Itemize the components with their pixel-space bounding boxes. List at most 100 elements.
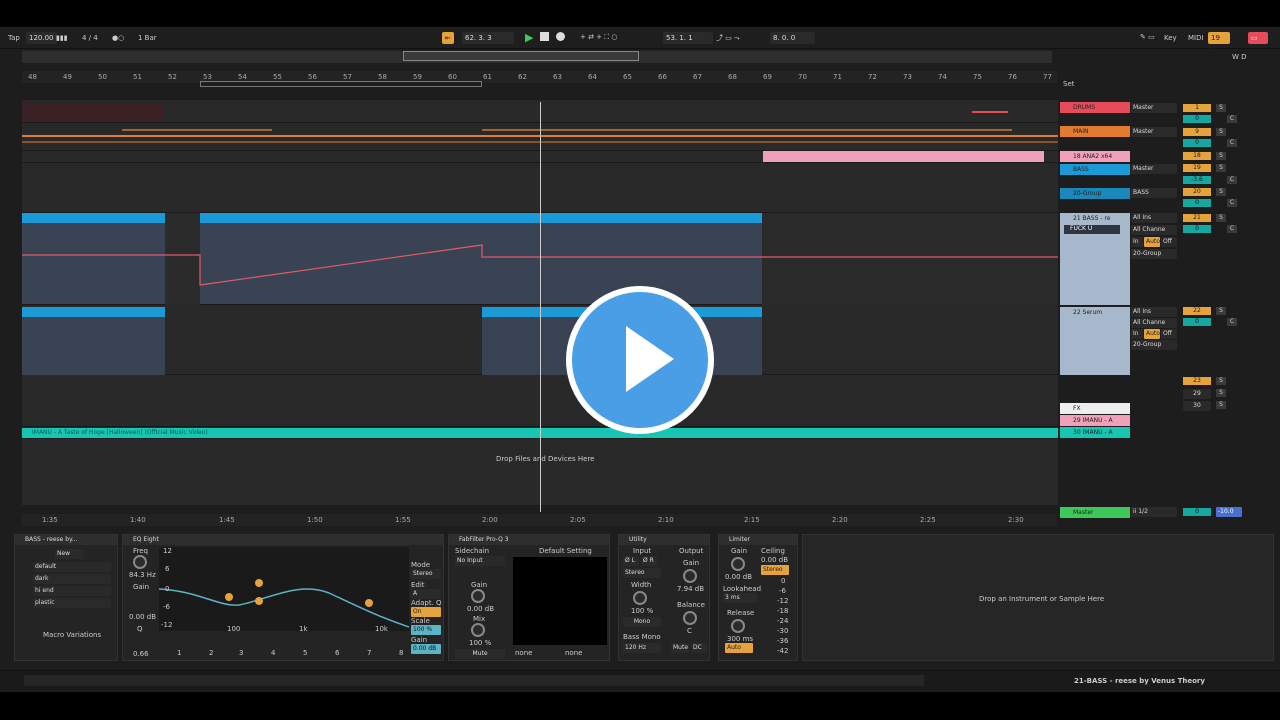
- macro-variation[interactable]: hi end: [33, 586, 111, 596]
- freq-knob[interactable]: [133, 555, 147, 569]
- macro-variation[interactable]: default: [33, 562, 111, 572]
- stop-icon[interactable]: [540, 32, 549, 41]
- eq-eight[interactable]: EQ Eight Freq 84.3 Hz Gain 0.00 dB Q 0.6…: [122, 534, 444, 661]
- monitor-auto-bass21[interactable]: Auto: [1144, 237, 1160, 247]
- band-number[interactable]: 4: [271, 649, 275, 657]
- lim-gain-knob[interactable]: [731, 557, 745, 571]
- track-number[interactable]: 1: [1183, 104, 1211, 112]
- input-serum[interactable]: All Ins: [1131, 307, 1177, 317]
- solo-button[interactable]: S: [1216, 164, 1226, 172]
- lookahead-select[interactable]: 3 ms: [723, 593, 757, 603]
- util-gain-value[interactable]: 7.94 dB: [677, 585, 704, 593]
- fab-none-label[interactable]: none: [565, 649, 582, 657]
- mode-select[interactable]: Stereo: [411, 569, 441, 579]
- solo-button[interactable]: S: [1216, 401, 1226, 409]
- crossfade-button[interactable]: C: [1227, 139, 1237, 147]
- quantize-menu[interactable]: 1 Bar: [138, 34, 157, 42]
- automation-icons[interactable]: + ⇄ + ⛶ ○: [580, 33, 618, 42]
- fab-preset[interactable]: Default Setting: [539, 547, 592, 555]
- metronome-icon[interactable]: ▮▮▮: [56, 34, 68, 42]
- d-w-switch[interactable]: W D: [1232, 53, 1247, 61]
- track-header-serum[interactable]: 22 Serum: [1060, 307, 1130, 318]
- fab-gain-knob[interactable]: [471, 589, 485, 603]
- serum-clip[interactable]: [22, 307, 165, 375]
- arrangement-overdub-button[interactable]: ⇤: [442, 32, 454, 44]
- track-header-bass21-body[interactable]: 21 BASS - re FUCK U: [1060, 213, 1130, 305]
- ana2-clip[interactable]: [763, 151, 1044, 162]
- midi-map-button[interactable]: MIDI: [1188, 34, 1204, 42]
- track-volume[interactable]: 0: [1183, 225, 1211, 233]
- track-number[interactable]: 29: [1183, 389, 1211, 399]
- fab-mute-button[interactable]: Mute: [455, 649, 505, 659]
- fab-title[interactable]: FabFilter Pro-Q 3: [449, 535, 609, 545]
- track-header-group[interactable]: 20-Group: [1060, 188, 1130, 199]
- macro-variation[interactable]: dark: [33, 574, 111, 584]
- track-number[interactable]: 19: [1183, 164, 1211, 172]
- solo-button[interactable]: S: [1216, 307, 1226, 315]
- band-number[interactable]: 2: [209, 649, 213, 657]
- playhead[interactable]: [540, 102, 541, 512]
- band-number[interactable]: 5: [303, 649, 307, 657]
- route-drums[interactable]: Master: [1131, 103, 1177, 113]
- track-header-imanu30[interactable]: 30 IMANU - A: [1060, 427, 1130, 438]
- solo-button[interactable]: S: [1216, 152, 1226, 160]
- band-number[interactable]: 1: [177, 649, 181, 657]
- utility-device[interactable]: Utility Input Output Ø L Ø R Stereo Gain…: [618, 534, 710, 661]
- limiter-title[interactable]: Limiter: [719, 535, 797, 545]
- band-number[interactable]: 8: [399, 649, 403, 657]
- channel-serum[interactable]: All Channe: [1131, 318, 1177, 328]
- util-gain-knob[interactable]: [683, 569, 697, 583]
- band-number[interactable]: 7: [367, 649, 371, 657]
- track-header-main[interactable]: MAIN: [1060, 126, 1130, 137]
- bass-mono-freq[interactable]: 120 Hz: [623, 643, 661, 653]
- tap-button[interactable]: Tap: [8, 34, 20, 42]
- fab-mix-value[interactable]: 100 %: [469, 639, 491, 647]
- track-volume[interactable]: 0: [1183, 318, 1211, 326]
- serum-clip-header[interactable]: [22, 307, 165, 317]
- width-knob[interactable]: [633, 591, 647, 605]
- tempo-field[interactable]: 120.00: [26, 32, 57, 44]
- record-icon[interactable]: [556, 32, 565, 41]
- band-number[interactable]: 3: [239, 649, 243, 657]
- output-serum[interactable]: 20-Group: [1131, 340, 1177, 350]
- follow-icon[interactable]: ●○: [112, 34, 124, 42]
- track-volume[interactable]: 0: [1183, 115, 1211, 123]
- drum-clip[interactable]: [22, 103, 164, 121]
- loop-brace[interactable]: [200, 81, 482, 87]
- fab-gain-value[interactable]: 0.00 dB: [467, 605, 494, 613]
- release-value[interactable]: 300 ms: [727, 635, 753, 643]
- macro-variation[interactable]: plastic: [33, 598, 111, 608]
- master-header[interactable]: Master: [1060, 507, 1130, 518]
- limiter-device[interactable]: Limiter Gain 0.00 dB Ceiling 0.00 dB Ste…: [718, 534, 798, 661]
- track-number[interactable]: 9: [1183, 128, 1211, 136]
- track-number[interactable]: 23: [1183, 377, 1211, 385]
- monitor-off-bass21[interactable]: Off: [1161, 237, 1177, 247]
- ceiling-value[interactable]: 0.00 dB: [761, 556, 788, 564]
- eq-title[interactable]: EQ Eight: [123, 535, 443, 545]
- crossfade-button[interactable]: C: [1227, 115, 1237, 123]
- auto-release-toggle[interactable]: Auto: [725, 643, 753, 653]
- solo-button[interactable]: S: [1216, 214, 1226, 222]
- route-master[interactable]: ii 1/2: [1131, 507, 1177, 517]
- lim-gain-value[interactable]: 0.00 dB: [725, 573, 752, 581]
- clip-selector[interactable]: FUCK U: [1064, 225, 1120, 234]
- draw-mode-icon[interactable]: ✎ ▭: [1140, 33, 1155, 41]
- key-map-button[interactable]: Key: [1164, 34, 1177, 42]
- q-value[interactable]: 0.66: [133, 650, 149, 658]
- monitor-in-serum[interactable]: In: [1131, 329, 1143, 339]
- band-number[interactable]: 6: [335, 649, 339, 657]
- solo-button[interactable]: S: [1216, 128, 1226, 136]
- track-number[interactable]: 22: [1183, 307, 1211, 315]
- track-header-bass21[interactable]: 21 BASS - re: [1060, 213, 1130, 224]
- crossfade-button[interactable]: C: [1227, 318, 1237, 326]
- output-bass21[interactable]: 20-Group: [1131, 249, 1177, 259]
- track-volume[interactable]: -3.6: [1183, 176, 1211, 184]
- track-volume[interactable]: 0: [1183, 139, 1211, 147]
- util-mute-button[interactable]: Mute: [671, 643, 689, 653]
- position-field[interactable]: 62. 3. 3: [462, 32, 514, 44]
- phase-r-button[interactable]: Ø R: [641, 556, 657, 566]
- route-group[interactable]: BASS: [1131, 188, 1177, 198]
- time-ruler[interactable]: 1:35 1:40 1:45 1:50 1:55 2:00 2:05 2:10 …: [22, 514, 1057, 526]
- video-play-button[interactable]: [566, 286, 714, 434]
- play-icon[interactable]: ▶: [525, 31, 533, 44]
